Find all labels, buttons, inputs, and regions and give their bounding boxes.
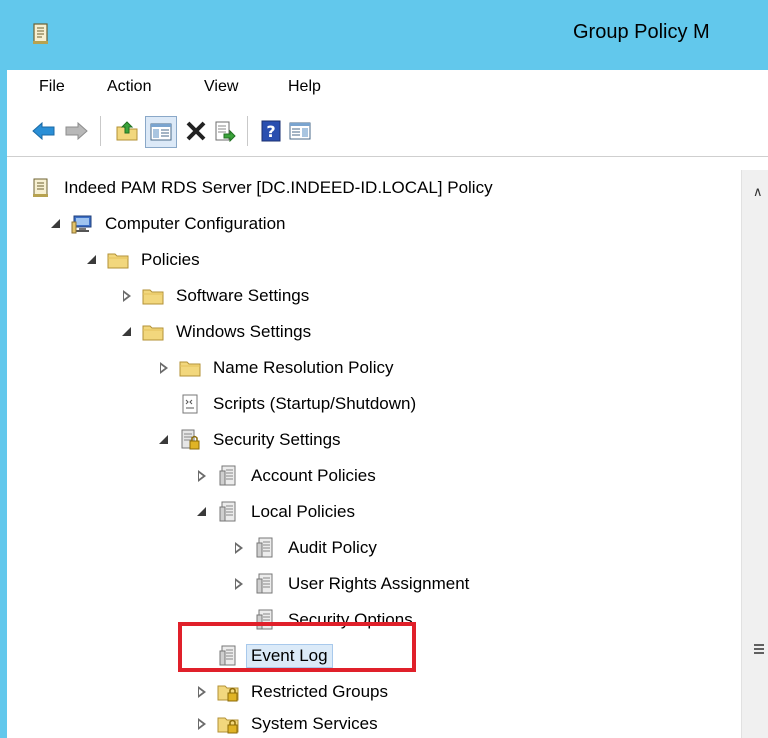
tree-item-label: Restricted Groups: [251, 682, 388, 701]
security-settings-icon: [181, 429, 200, 450]
forward-icon[interactable]: [63, 118, 89, 144]
tree-item-software-settings[interactable]: Software Settings: [120, 278, 309, 314]
computer-icon: [71, 215, 92, 234]
toolbar-separator: [100, 116, 101, 146]
delete-icon[interactable]: [183, 118, 209, 144]
folder-icon: [179, 361, 201, 377]
expand-arrow-icon[interactable]: [195, 685, 209, 699]
tree-item-label: User Rights Assignment: [288, 574, 470, 593]
svg-text:?: ?: [266, 122, 275, 141]
tree-item-windows-settings[interactable]: Windows Settings: [120, 314, 311, 350]
expand-arrow-icon[interactable]: [232, 541, 246, 555]
tree-item-account-policies[interactable]: Account Policies: [195, 458, 376, 494]
red-highlight-box: [178, 622, 416, 672]
tree-item-local-policies[interactable]: Local Policies: [195, 494, 355, 530]
tree-item-label: Computer Configuration: [105, 214, 286, 233]
tree-item-policies[interactable]: Policies: [85, 242, 200, 278]
menu-view[interactable]: View: [204, 78, 238, 96]
secured-folder-icon: [217, 717, 239, 734]
tree-item-label: Software Settings: [176, 286, 310, 305]
tree-item-label: Windows Settings: [176, 322, 312, 341]
up-folder-icon[interactable]: [113, 118, 141, 144]
tree-item-scripts[interactable]: Scripts (Startup/Shutdown): [157, 386, 416, 422]
toolbar: ?: [7, 104, 768, 157]
tree-item-user-rights-assignment[interactable]: User Rights Assignment: [232, 566, 469, 602]
show-hide-tree-icon[interactable]: [145, 116, 177, 148]
collapse-arrow-icon[interactable]: [195, 505, 209, 519]
tree-item-label: Name Resolution Policy: [213, 358, 394, 377]
tree-item-label: Indeed PAM RDS Server [DC.INDEED-ID.LOCA…: [64, 178, 493, 197]
folder-icon: [142, 289, 164, 305]
tree-item-label: System Services: [251, 714, 378, 733]
vertical-scrollbar[interactable]: ∧: [741, 170, 768, 738]
script-icon: [182, 394, 198, 414]
window-title: Group Policy M: [573, 21, 710, 43]
menu-file[interactable]: File: [39, 78, 65, 96]
expand-arrow-icon[interactable]: [195, 469, 209, 483]
policy-document-icon: [33, 178, 48, 197]
tree-item-audit-policy[interactable]: Audit Policy: [232, 530, 377, 566]
secured-folder-icon: [217, 685, 239, 702]
collapse-arrow-icon[interactable]: [49, 217, 63, 231]
policy-document-icon: [33, 23, 48, 44]
title-bar[interactable]: Group Policy M: [7, 0, 768, 70]
folder-icon: [107, 253, 129, 269]
policy-list-icon: [256, 537, 273, 558]
expand-arrow-icon[interactable]: [157, 361, 171, 375]
toolbar-separator: [247, 116, 248, 146]
menu-action[interactable]: Action: [107, 78, 151, 96]
tree-item-label: Policies: [141, 250, 200, 269]
collapse-arrow-icon[interactable]: [120, 325, 134, 339]
menu-help[interactable]: Help: [288, 78, 321, 96]
tree-item-label: Account Policies: [251, 466, 376, 485]
expand-arrow-icon[interactable]: [195, 717, 209, 731]
scroll-thumb-grip-icon[interactable]: [754, 644, 764, 654]
expand-arrow-icon[interactable]: [232, 577, 246, 591]
collapse-arrow-icon[interactable]: [85, 253, 99, 267]
tree-item-computer-configuration[interactable]: Computer Configuration: [49, 206, 285, 242]
folder-icon: [142, 325, 164, 341]
mmc-window: Group Policy M File Action View Help ? I…: [0, 0, 768, 738]
menu-bar: File Action View Help: [7, 70, 768, 104]
policy-list-icon: [219, 465, 236, 486]
tree-item-security-settings[interactable]: Security Settings: [157, 422, 341, 458]
tree-item-system-services[interactable]: System Services: [195, 706, 378, 738]
tree-item-restricted-groups[interactable]: Restricted Groups: [195, 674, 388, 710]
scroll-up-arrow-icon[interactable]: ∧: [753, 184, 763, 200]
tree-item-label: Security Settings: [213, 430, 341, 449]
tree-item-label: Audit Policy: [288, 538, 377, 557]
collapse-arrow-icon[interactable]: [157, 433, 171, 447]
expand-arrow-icon[interactable]: [120, 289, 134, 303]
tree-item-root[interactable]: Indeed PAM RDS Server [DC.INDEED-ID.LOCA…: [30, 170, 493, 206]
help-icon[interactable]: ?: [259, 118, 283, 144]
back-icon[interactable]: [31, 118, 57, 144]
policy-list-icon: [219, 501, 236, 522]
show-hide-action-pane-icon[interactable]: [287, 118, 313, 144]
export-list-icon[interactable]: [212, 118, 238, 144]
tree-item-label: Local Policies: [251, 502, 355, 521]
tree-item-label: Scripts (Startup/Shutdown): [213, 394, 417, 413]
policy-list-icon: [256, 573, 273, 594]
tree-item-name-resolution-policy[interactable]: Name Resolution Policy: [157, 350, 393, 386]
